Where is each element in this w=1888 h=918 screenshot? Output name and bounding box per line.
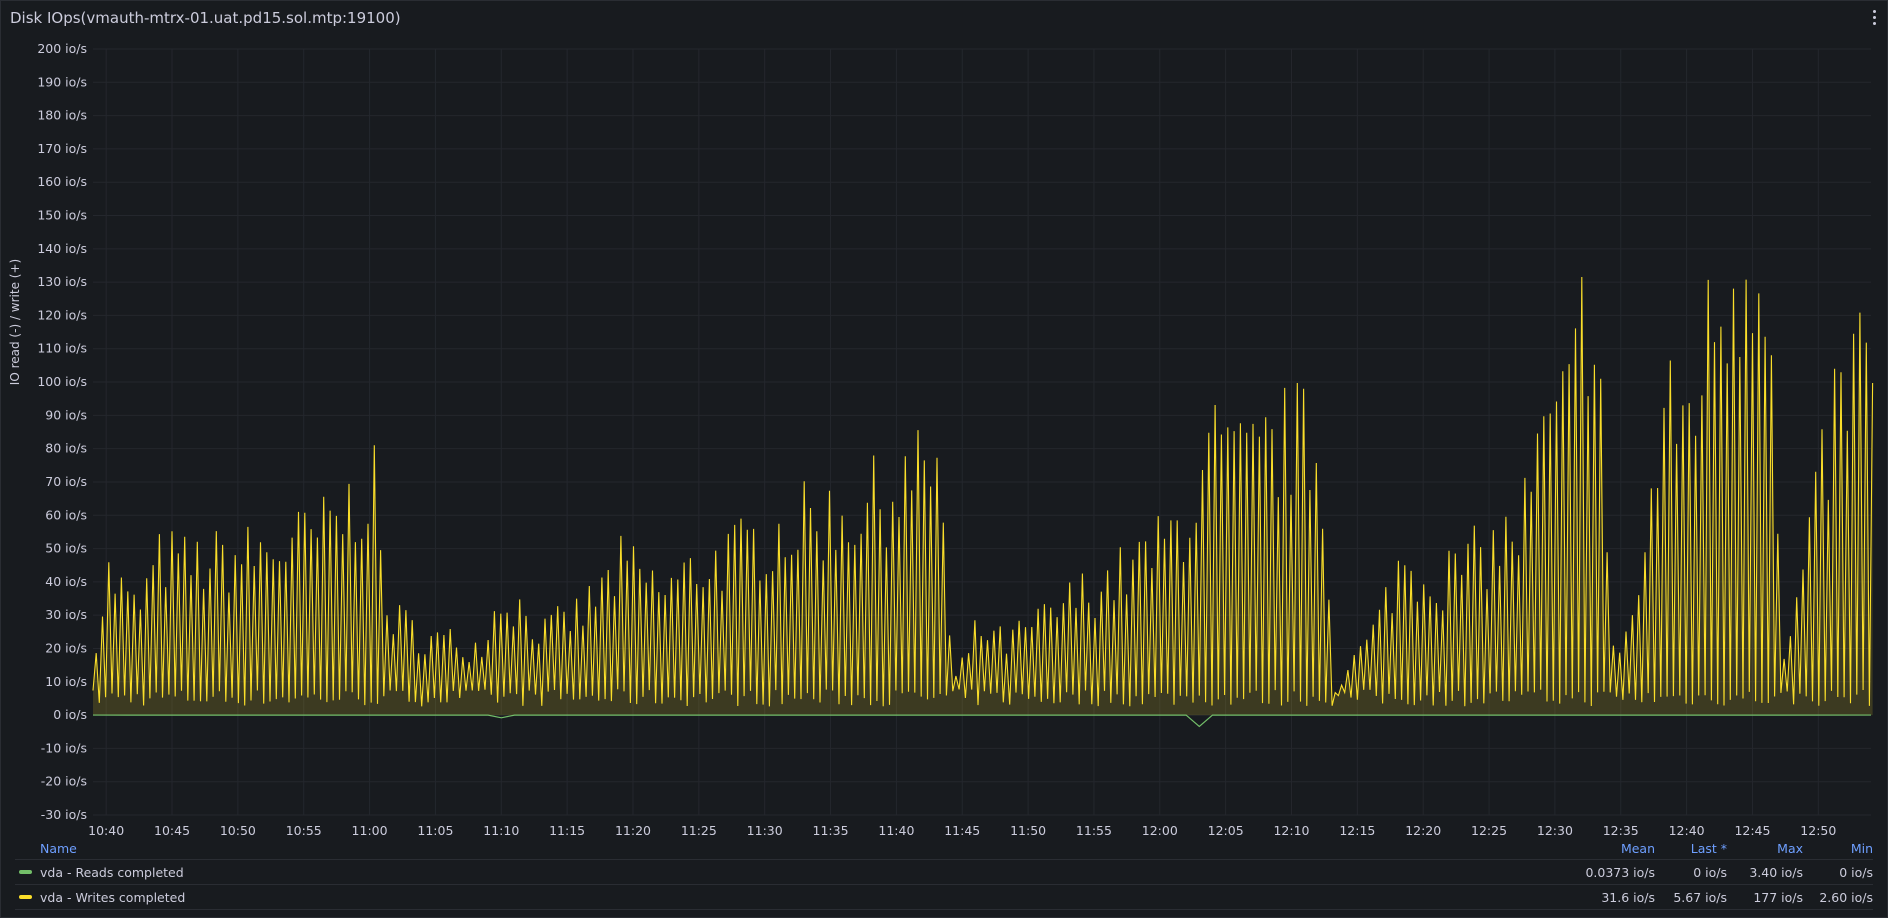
y-tick-label: -30 io/s xyxy=(41,807,87,822)
y-tick-label: 100 io/s xyxy=(37,374,87,389)
y-tick-label: 140 io/s xyxy=(37,241,87,256)
x-tick-label: 10:55 xyxy=(286,823,322,837)
y-tick-label: -20 io/s xyxy=(41,774,87,789)
legend-header-name[interactable]: Name xyxy=(40,841,77,856)
legend-series-name[interactable]: vda - Writes completed xyxy=(40,890,185,905)
y-tick-label: 30 io/s xyxy=(45,607,87,622)
x-tick-label: 11:05 xyxy=(417,823,453,837)
x-tick-label: 11:20 xyxy=(615,823,651,837)
y-tick-label: 10 io/s xyxy=(45,674,87,689)
x-tick-label: 12:25 xyxy=(1471,823,1507,837)
x-tick-label: 12:05 xyxy=(1208,823,1244,837)
x-tick-label: 11:00 xyxy=(352,823,388,837)
y-tick-label: 70 io/s xyxy=(45,474,87,489)
x-tick-label: 12:35 xyxy=(1603,823,1639,837)
legend-header-min[interactable]: Min xyxy=(1851,841,1873,856)
y-tick-label: 50 io/s xyxy=(45,541,87,556)
y-tick-label: 40 io/s xyxy=(45,574,87,589)
legend-last-value: 0 io/s xyxy=(1693,864,1727,880)
graph-panel: Disk IOps(vmauth-mtrx-01.uat.pd15.sol.mt… xyxy=(0,0,1888,918)
x-tick-label: 11:55 xyxy=(1076,823,1112,837)
y-tick-label: 0 io/s xyxy=(53,707,87,722)
legend-row-writes[interactable]: vda - Writes completed 31.6 io/s 5.67 io… xyxy=(15,885,1873,910)
x-tick-label: 11:40 xyxy=(878,823,914,837)
legend-row-reads[interactable]: vda - Reads completed 0.0373 io/s 0 io/s… xyxy=(15,860,1873,885)
x-tick-label: 11:25 xyxy=(681,823,717,837)
x-tick-label: 11:50 xyxy=(1010,823,1046,837)
legend-mean-value: 0.0373 io/s xyxy=(1585,864,1655,880)
x-tick-label: 12:20 xyxy=(1405,823,1441,837)
y-tick-label: 110 io/s xyxy=(37,341,87,356)
x-tick-label: 10:40 xyxy=(88,823,124,837)
legend-min-value: 2.60 io/s xyxy=(1819,889,1873,905)
x-tick-label: 10:50 xyxy=(220,823,256,837)
x-tick-label: 12:15 xyxy=(1339,823,1375,837)
legend-header-last[interactable]: Last * xyxy=(1691,841,1727,856)
x-tick-label: 11:35 xyxy=(813,823,849,837)
legend-swatch-reads xyxy=(19,870,32,874)
x-tick-label: 12:10 xyxy=(1273,823,1309,837)
legend-series-name[interactable]: vda - Reads completed xyxy=(40,865,184,880)
y-tick-label: 150 io/s xyxy=(37,208,87,223)
x-tick-label: 11:15 xyxy=(549,823,585,837)
y-tick-label: 170 io/s xyxy=(37,141,87,156)
y-tick-label: 80 io/s xyxy=(45,441,87,456)
y-axis-label: IO read (-) / write (+) xyxy=(8,259,22,385)
legend-min-value: 0 io/s xyxy=(1839,864,1873,880)
y-tick-label: -10 io/s xyxy=(41,740,87,755)
y-tick-label: 180 io/s xyxy=(37,108,87,123)
x-tick-label: 10:45 xyxy=(154,823,190,837)
y-tick-label: 190 io/s xyxy=(37,74,87,89)
y-tick-label: 60 io/s xyxy=(45,507,87,522)
legend-header: Name Mean Last * Max Min xyxy=(15,837,1873,860)
time-series-chart[interactable]: -30 io/s -20 io/s -10 io/s 0 io/s 10 io/s 20 … xyxy=(1,1,1888,837)
x-tick-label: 12:00 xyxy=(1142,823,1178,837)
legend-swatch-writes xyxy=(19,895,32,899)
legend-header-max[interactable]: Max xyxy=(1777,841,1803,856)
legend-mean-value: 31.6 io/s xyxy=(1601,889,1655,905)
y-tick-label: 130 io/s xyxy=(37,274,87,289)
legend-last-value: 5.67 io/s xyxy=(1673,889,1727,905)
legend-max-value: 177 io/s xyxy=(1753,889,1803,905)
legend-table: Name Mean Last * Max Min vda - Reads com… xyxy=(15,837,1873,910)
legend-header-mean[interactable]: Mean xyxy=(1621,841,1655,856)
x-tick-label: 12:45 xyxy=(1734,823,1770,837)
x-tick-label: 12:50 xyxy=(1800,823,1836,837)
y-tick-label: 200 io/s xyxy=(37,41,87,56)
x-tick-label: 11:45 xyxy=(944,823,980,837)
x-tick-label: 11:10 xyxy=(483,823,519,837)
y-tick-label: 160 io/s xyxy=(37,174,87,189)
x-tick-label: 12:40 xyxy=(1669,823,1705,837)
reads-completed-line xyxy=(92,714,1872,728)
legend-max-value: 3.40 io/s xyxy=(1749,864,1803,880)
y-tick-label: 20 io/s xyxy=(45,640,87,655)
y-tick-label: 90 io/s xyxy=(45,407,87,422)
x-tick-label: 11:30 xyxy=(747,823,783,837)
x-tick-label: 12:30 xyxy=(1537,823,1573,837)
y-tick-label: 120 io/s xyxy=(37,307,87,322)
